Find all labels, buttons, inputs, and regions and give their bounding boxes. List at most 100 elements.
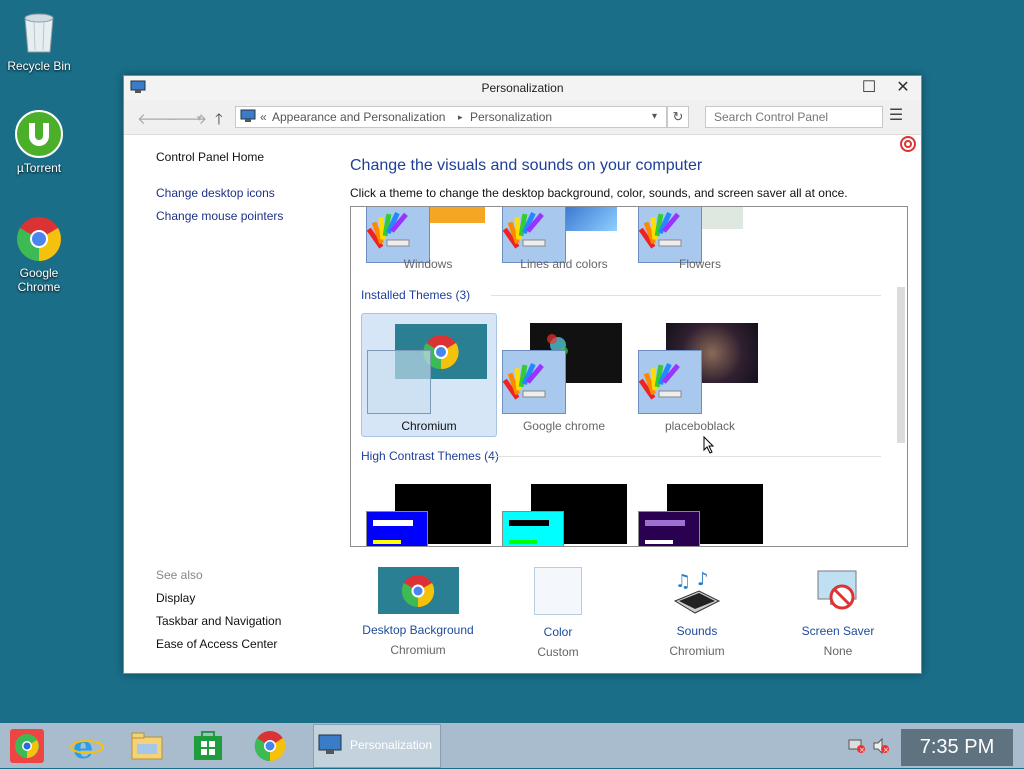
mouse-cursor-icon <box>703 435 715 459</box>
color-label: Color <box>543 625 573 639</box>
screen-saver-icon <box>814 567 862 615</box>
high-contrast-heading: High Contrast Themes (4) <box>361 449 499 463</box>
theme-high-contrast-3[interactable] <box>633 477 767 546</box>
desktop-icon-google-chrome[interactable]: Google Chrome <box>1 215 77 294</box>
scrollbar[interactable] <box>897 287 905 443</box>
svg-text:×: × <box>859 746 865 754</box>
svg-text:e: e <box>73 728 93 764</box>
breadcrumb-appearance[interactable]: Appearance and Personalization <box>272 110 445 124</box>
installed-themes-heading: Installed Themes (3) <box>361 288 471 302</box>
color-swatch-icon <box>534 567 582 615</box>
display-link[interactable]: Display <box>156 591 195 605</box>
chrome-taskbar-icon[interactable] <box>252 728 288 764</box>
folder-icon <box>240 109 256 126</box>
theme-label: Chromium <box>401 419 457 433</box>
svg-text:♪: ♪ <box>697 569 709 590</box>
up-arrow-icon[interactable]: 🡑 <box>215 109 223 134</box>
screen-saver-label: Screen Saver <box>801 624 875 638</box>
desktop-icon-label: µTorrent <box>16 161 62 175</box>
theme-windows[interactable]: Windows <box>361 207 495 271</box>
section-divider <box>491 295 881 296</box>
maximize-button[interactable]: ☐ <box>853 76 885 100</box>
theme-label: Windows <box>403 257 453 271</box>
color-setting[interactable]: Color Custom <box>518 567 598 659</box>
color-swatch <box>367 350 431 414</box>
desktop-background-setting[interactable]: Desktop Background Chromium <box>360 567 476 657</box>
sounds-icon: ♫ ♪ <box>669 567 725 615</box>
taskbar-personalization-button[interactable]: Personalization <box>313 724 441 768</box>
volume-muted-icon[interactable]: × <box>872 737 890 755</box>
search-box[interactable] <box>705 106 883 128</box>
theme-label: Google chrome <box>522 419 606 433</box>
control-panel-home-link[interactable]: Control Panel Home <box>156 150 264 164</box>
sounds-label: Sounds <box>676 624 718 638</box>
theme-preview <box>557 207 617 231</box>
taskbar-navigation-link[interactable]: Taskbar and Navigation <box>156 614 281 628</box>
control-panel-icon <box>318 733 344 760</box>
chevron-down-icon[interactable]: ▾ <box>652 111 657 122</box>
internet-explorer-icon[interactable]: e <box>69 728 105 766</box>
network-icon[interactable]: × <box>848 738 866 754</box>
store-icon[interactable] <box>190 728 226 764</box>
taskbar-personalization-label: Personalization <box>350 738 433 752</box>
refresh-button[interactable]: ↻ <box>667 106 689 128</box>
desktop-icon-utorrent[interactable]: µTorrent <box>1 110 77 175</box>
title-bar[interactable]: Personalization ☐ ✕ <box>124 76 921 100</box>
address-bar: 🡐 🡒 ▾ 🡑 « Appearance and Personalization… <box>124 100 921 135</box>
palette-icon <box>638 207 702 263</box>
desktop-background-label: Desktop Background <box>362 623 474 637</box>
sounds-value: Chromium <box>669 644 725 658</box>
change-mouse-pointers-link[interactable]: Change mouse pointers <box>156 209 283 223</box>
theme-flowers[interactable]: Flowers <box>633 207 767 271</box>
theme-high-contrast-2[interactable] <box>497 477 631 546</box>
ease-of-access-link[interactable]: Ease of Access Center <box>156 637 277 651</box>
help-icon[interactable] <box>900 136 916 157</box>
see-also-title: See also <box>156 568 203 582</box>
close-button[interactable]: ✕ <box>887 76 919 100</box>
search-input[interactable] <box>706 107 882 127</box>
taskbar-clock[interactable]: 7:35 PM <box>901 729 1013 766</box>
palette-icon <box>502 350 566 414</box>
theme-label: placeboblack <box>664 419 736 433</box>
recent-dropdown-icon[interactable]: ▾ <box>197 113 202 124</box>
desktop-icon-recycle-bin[interactable]: Recycle Bin <box>1 8 77 73</box>
theme-lines-and-colors[interactable]: Lines and colors <box>497 207 631 271</box>
theme-high-contrast-1[interactable] <box>361 477 495 546</box>
color-swatch <box>638 511 700 546</box>
palette-icon <box>366 207 430 263</box>
chevron-right-icon[interactable]: ▸ <box>458 112 463 123</box>
themes-list[interactable]: Windows Lines and colors Flowers Install… <box>350 206 908 547</box>
color-swatch <box>366 511 428 546</box>
color-swatch <box>502 511 564 546</box>
palette-icon <box>502 207 566 263</box>
page-title: Change the visuals and sounds on your co… <box>350 157 703 174</box>
breadcrumb[interactable]: « Appearance and Personalization ▸ Perso… <box>235 106 667 128</box>
recycle-bin-icon <box>15 8 63 56</box>
personalization-window: Personalization ☐ ✕ 🡐 🡒 ▾ 🡑 « Appearance… <box>123 75 922 674</box>
screen-saver-value: None <box>823 644 853 658</box>
desktop-background-value: Chromium <box>390 643 446 657</box>
file-explorer-icon[interactable] <box>129 728 165 764</box>
window-title: Personalization <box>481 81 564 95</box>
theme-preview <box>421 207 485 223</box>
taskbar: e Personalization <box>0 723 1024 768</box>
chromium-taskbar-icon[interactable] <box>9 728 45 764</box>
breadcrumb-personalization[interactable]: Personalization <box>470 110 552 124</box>
desktop-icon-label: Google Chrome <box>17 266 61 294</box>
theme-chromium[interactable]: Chromium <box>361 313 497 437</box>
change-desktop-icons-link[interactable]: Change desktop icons <box>156 186 275 200</box>
desktop-background-icon <box>377 567 459 614</box>
section-divider <box>491 456 881 457</box>
theme-label: Lines and colors <box>520 257 608 271</box>
breadcrumb-prefix: « <box>260 110 267 124</box>
desktop-icon-label: Recycle Bin <box>7 59 71 73</box>
color-value: Custom <box>537 645 579 659</box>
theme-placeboblack[interactable]: placeboblack <box>633 313 767 433</box>
menu-icon[interactable]: ☰ <box>885 106 907 128</box>
chrome-icon <box>15 215 63 263</box>
sounds-setting[interactable]: ♫ ♪ Sounds Chromium <box>657 567 737 658</box>
svg-text:♫: ♫ <box>675 571 691 592</box>
page-subtitle: Click a theme to change the desktop back… <box>350 186 848 200</box>
theme-google-chrome[interactable]: Google chrome <box>497 313 631 433</box>
screen-saver-setting[interactable]: Screen Saver None <box>792 567 884 658</box>
